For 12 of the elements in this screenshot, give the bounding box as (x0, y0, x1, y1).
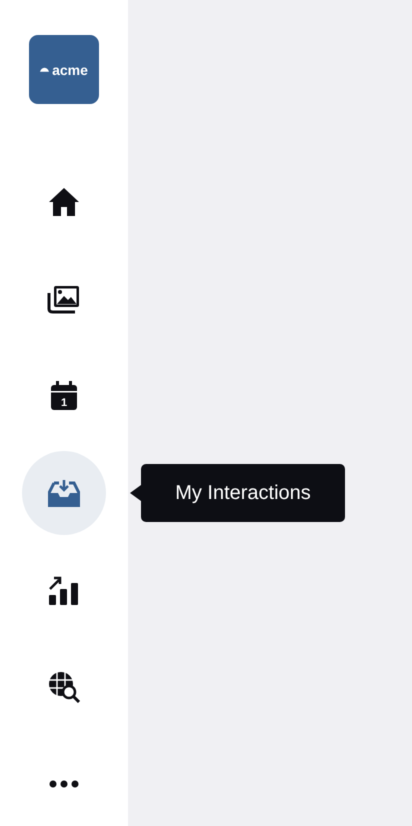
nav-button[interactable]: 1 (22, 354, 106, 438)
globe-search-icon (48, 671, 80, 703)
tooltip: My Interactions (141, 464, 345, 522)
tooltip-pointer (130, 485, 141, 501)
logo[interactable]: acme (29, 35, 99, 104)
inbox-icon (48, 479, 80, 507)
bar-chart-icon (48, 575, 80, 605)
more-icon (49, 780, 79, 788)
cloud-icon (40, 67, 50, 72)
home-icon (48, 187, 80, 217)
logo-text: acme (52, 62, 88, 78)
images-icon (47, 284, 81, 314)
